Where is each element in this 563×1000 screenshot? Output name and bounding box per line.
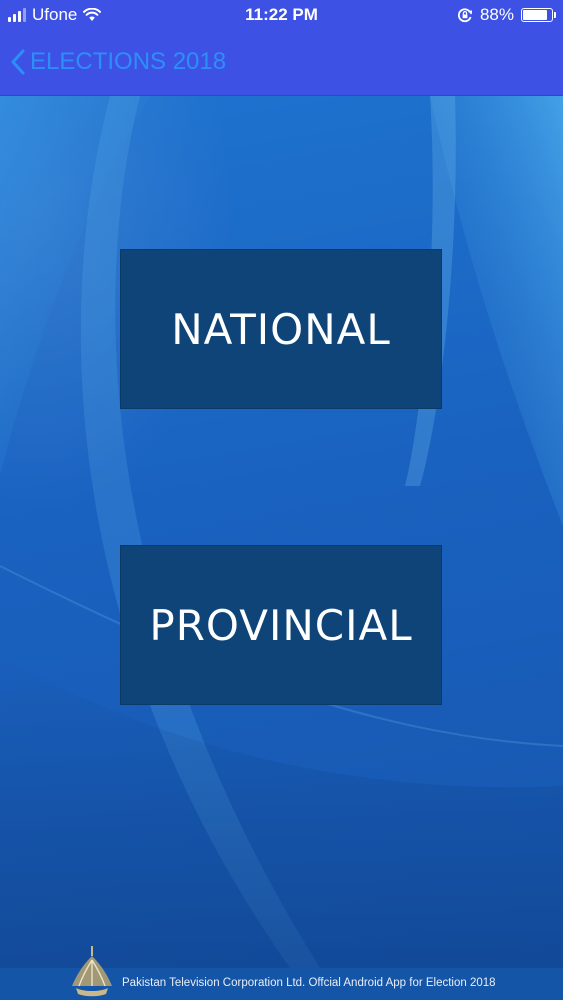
back-button-label: ELECTIONS 2018 xyxy=(30,48,227,75)
footer: Pakistan Television Corporation Ltd. Off… xyxy=(0,946,563,1000)
national-button-label: NATIONAL xyxy=(171,304,391,354)
provincial-button-label: PROVINCIAL xyxy=(149,600,413,650)
chevron-left-icon xyxy=(11,49,25,75)
status-right: 88% xyxy=(457,5,556,25)
national-button[interactable]: NATIONAL xyxy=(120,249,442,409)
ptv-logo-icon xyxy=(72,946,112,997)
orientation-lock-icon xyxy=(457,8,473,23)
battery-percent: 88% xyxy=(479,5,514,24)
status-bar: Ufone 11:22 PM 88% xyxy=(0,0,563,32)
footer-text: Pakistan Television Corporation Ltd. Off… xyxy=(122,977,496,989)
provincial-button[interactable]: PROVINCIAL xyxy=(120,545,442,705)
battery-icon xyxy=(521,8,556,22)
battery-fill xyxy=(523,10,548,20)
background-swoosh xyxy=(0,96,563,968)
back-button[interactable]: ELECTIONS 2018 xyxy=(10,48,226,76)
main-content: NATIONAL PROVINCIAL xyxy=(0,96,563,968)
navigation-bar: ELECTIONS 2018 xyxy=(0,32,563,96)
